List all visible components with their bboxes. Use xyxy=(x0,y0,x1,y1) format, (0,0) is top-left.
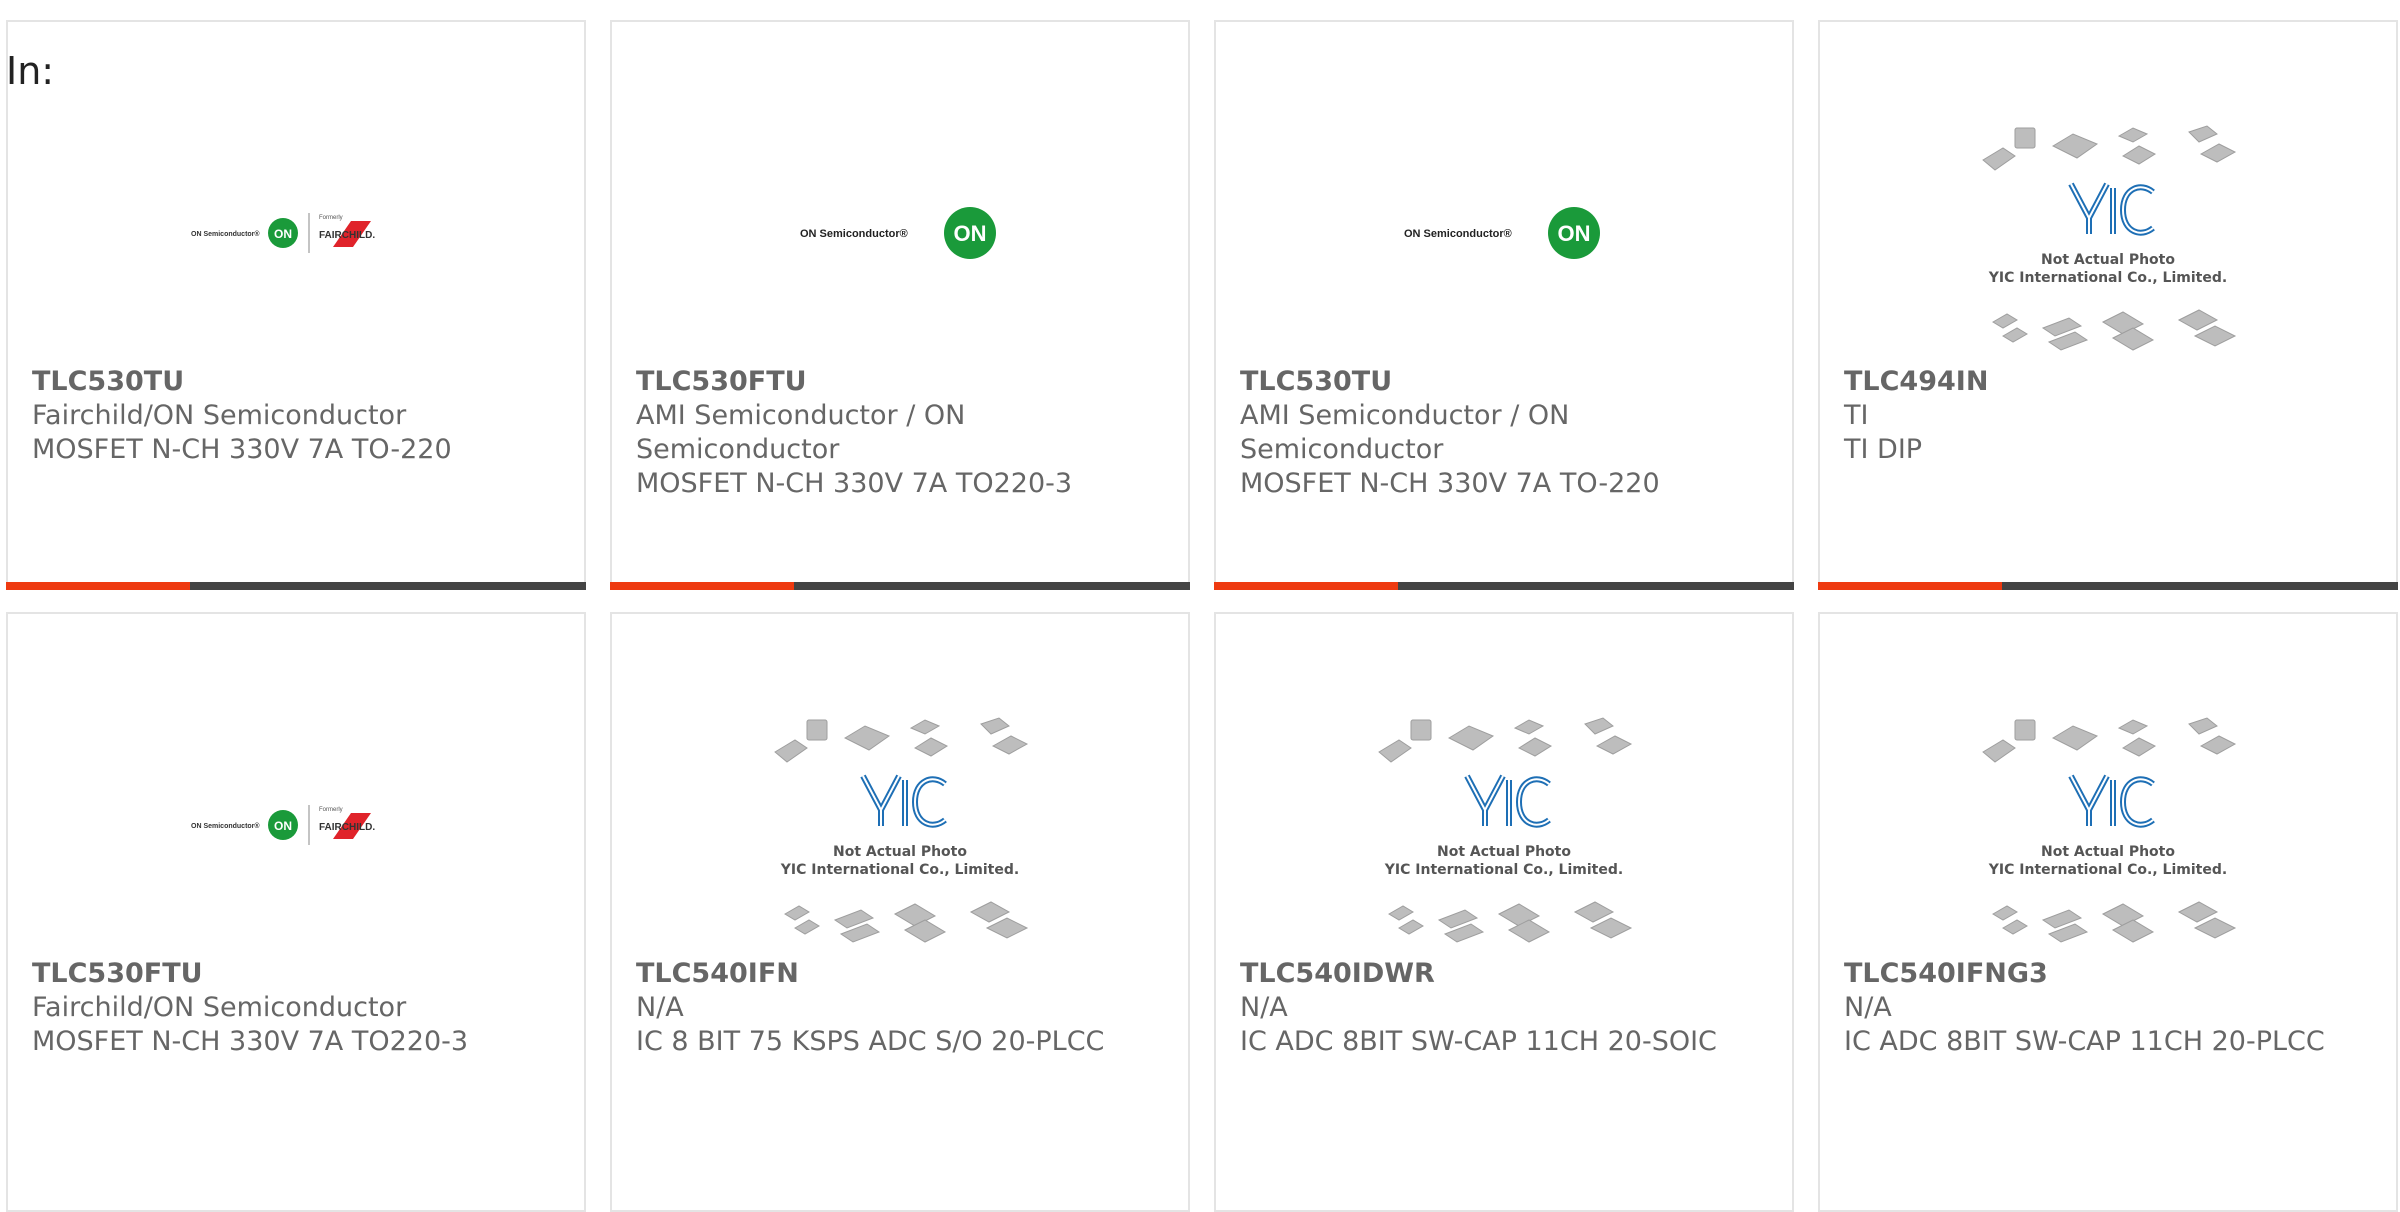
product-image[interactable]: ON Semiconductor® ON Formerly FAIRCHILD. xyxy=(8,694,584,954)
product-card[interactable]: Not Actual Photo YIC International Co., … xyxy=(610,612,1190,1212)
card-bar xyxy=(6,582,586,590)
description: MOSFET N-CH 330V 7A TO220-3 xyxy=(636,468,1073,499)
product-image[interactable]: ON Semiconductor® ON Formerly FAIRCHILD. xyxy=(8,102,584,362)
description: IC 8 BIT 75 KSPS ADC S/O 20-PLCC xyxy=(636,1026,1105,1057)
part-number[interactable]: TLC540IFNG3 xyxy=(1844,957,2376,991)
product-info: TLC540IFN N/A IC 8 BIT 75 KSPS ADC S/O 2… xyxy=(636,957,1168,1059)
yic-line1: Not Actual Photo xyxy=(2041,252,2175,268)
card-bar xyxy=(610,582,1190,590)
logo-on-text: ON Semiconductor® xyxy=(800,228,908,240)
yic-line2: YIC International Co., Limited. xyxy=(1384,862,1623,878)
product-grid: ON Semiconductor® ON Formerly FAIRCHILD.… xyxy=(6,20,2400,1212)
product-image[interactable]: ON Semiconductor® ON xyxy=(612,102,1188,362)
manufacturer: TI xyxy=(1844,400,1869,431)
part-number[interactable]: TLC530FTU xyxy=(636,365,1168,399)
product-info: TLC540IFNG3 N/A IC ADC 8BIT SW-CAP 11CH … xyxy=(1844,957,2376,1059)
filter-label: In: xyxy=(6,49,55,93)
yic-line1: Not Actual Photo xyxy=(1437,844,1571,860)
card-bar xyxy=(1214,582,1794,590)
fairchild-on-logo-icon: ON Semiconductor® ON Formerly FAIRCHILD. xyxy=(191,805,375,845)
logo-on-text: ON Semiconductor® xyxy=(1404,228,1512,240)
product-card[interactable]: Not Actual Photo YIC International Co., … xyxy=(1818,20,2398,590)
product-card[interactable]: ON Semiconductor® ON Formerly FAIRCHILD.… xyxy=(6,20,586,590)
description: IC ADC 8BIT SW-CAP 11CH 20-SOIC xyxy=(1240,1026,1717,1057)
product-info: TLC530TU AMI Semiconductor / ON Semicond… xyxy=(1240,365,1772,501)
product-info: TLC530FTU Fairchild/ON Semiconductor MOS… xyxy=(32,957,564,1059)
yic-placeholder-icon: Not Actual Photo YIC International Co., … xyxy=(1982,717,2237,943)
product-info: TLC530FTU AMI Semiconductor / ON Semicon… xyxy=(636,365,1168,501)
description: MOSFET N-CH 330V 7A TO-220 xyxy=(32,434,452,465)
product-image[interactable]: Not Actual Photo YIC International Co., … xyxy=(1216,704,1792,964)
on-semiconductor-logo-icon: ON Semiconductor® ON xyxy=(1404,207,1600,259)
description: TI DIP xyxy=(1844,434,1923,465)
product-info: TLC540IDWR N/A IC ADC 8BIT SW-CAP 11CH 2… xyxy=(1240,957,1772,1059)
product-card[interactable]: ON Semiconductor® ON Formerly FAIRCHILD.… xyxy=(6,612,586,1212)
product-info: TLC494IN TI TI DIP xyxy=(1844,365,2376,467)
manufacturer: N/A xyxy=(636,992,684,1023)
yic-placeholder-icon: Not Actual Photo YIC International Co., … xyxy=(774,717,1029,943)
description: MOSFET N-CH 330V 7A TO-220 xyxy=(1240,468,1660,499)
product-card[interactable]: ON Semiconductor® ON TLC530FTU AMI Semic… xyxy=(610,20,1190,590)
product-card[interactable]: Not Actual Photo YIC International Co., … xyxy=(1214,612,1794,1212)
part-number[interactable]: TLC530TU xyxy=(32,365,564,399)
manufacturer: Fairchild/ON Semiconductor xyxy=(32,400,407,431)
product-image[interactable]: Not Actual Photo YIC International Co., … xyxy=(1820,112,2396,372)
part-number[interactable]: TLC540IFN xyxy=(636,957,1168,991)
yic-line2: YIC International Co., Limited. xyxy=(1988,862,2227,878)
manufacturer: N/A xyxy=(1844,992,1892,1023)
yic-placeholder-icon: Not Actual Photo YIC International Co., … xyxy=(1378,717,1633,943)
description: IC ADC 8BIT SW-CAP 11CH 20-PLCC xyxy=(1844,1026,2325,1057)
part-number[interactable]: TLC540IDWR xyxy=(1240,957,1772,991)
yic-line1: Not Actual Photo xyxy=(833,844,967,860)
yic-line1: Not Actual Photo xyxy=(2041,844,2175,860)
product-image[interactable]: Not Actual Photo YIC International Co., … xyxy=(612,704,1188,964)
logo-on-mark: ON xyxy=(954,221,987,246)
manufacturer: AMI Semiconductor / ON Semiconductor xyxy=(1240,400,1570,465)
product-info: TLC530TU Fairchild/ON Semiconductor MOSF… xyxy=(32,365,564,467)
fairchild-on-logo-icon: ON Semiconductor® ON Formerly FAIRCHILD. xyxy=(191,213,375,253)
yic-line2: YIC International Co., Limited. xyxy=(780,862,1019,878)
logo-formerly: Formerly xyxy=(319,215,343,221)
card-bar xyxy=(1818,582,2398,590)
part-number[interactable]: TLC530TU xyxy=(1240,365,1772,399)
logo-formerly: Formerly xyxy=(319,807,343,813)
logo-on-mark: ON xyxy=(274,819,292,833)
manufacturer: N/A xyxy=(1240,992,1288,1023)
manufacturer: AMI Semiconductor / ON Semiconductor xyxy=(636,400,966,465)
product-image[interactable]: ON Semiconductor® ON xyxy=(1216,102,1792,362)
part-number[interactable]: TLC530FTU xyxy=(32,957,564,991)
manufacturer: Fairchild/ON Semiconductor xyxy=(32,992,407,1023)
product-card[interactable]: ON Semiconductor® ON TLC530TU AMI Semico… xyxy=(1214,20,1794,590)
logo-fairchild: FAIRCHILD. xyxy=(319,230,375,241)
logo-on-mark: ON xyxy=(1558,221,1591,246)
product-card[interactable]: Not Actual Photo YIC International Co., … xyxy=(1818,612,2398,1212)
product-image[interactable]: Not Actual Photo YIC International Co., … xyxy=(1820,704,2396,964)
part-number[interactable]: TLC494IN xyxy=(1844,365,2376,399)
yic-line2: YIC International Co., Limited. xyxy=(1988,270,2227,286)
logo-fairchild: FAIRCHILD. xyxy=(319,822,375,833)
logo-on-text: ON Semiconductor® xyxy=(191,822,260,830)
yic-placeholder-icon: Not Actual Photo YIC International Co., … xyxy=(1982,125,2237,351)
logo-on-mark: ON xyxy=(274,227,292,241)
description: MOSFET N-CH 330V 7A TO220-3 xyxy=(32,1026,469,1057)
logo-on-text: ON Semiconductor® xyxy=(191,230,260,238)
on-semiconductor-logo-icon: ON Semiconductor® ON xyxy=(800,207,996,259)
